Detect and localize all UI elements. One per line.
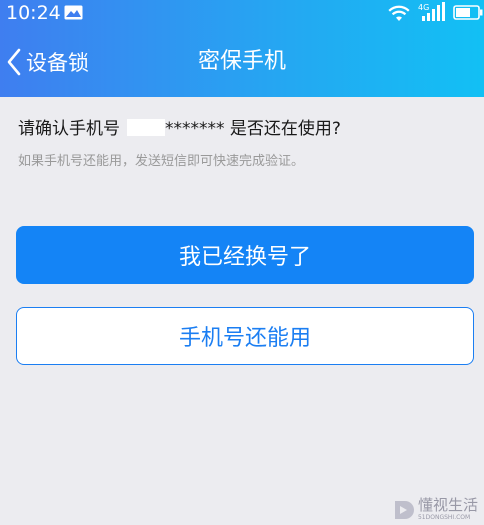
changed-number-button[interactable]: 我已经换号了 bbox=[16, 226, 474, 284]
main-content: 请确认手机号 ******* 是否还在使用? 如果手机号还能用，发送短信即可快速完… bbox=[0, 97, 484, 525]
network-type-label: 4G bbox=[418, 3, 429, 12]
wifi-icon bbox=[388, 5, 410, 21]
watermark: 懂视生活 51DONGSHI.COM bbox=[393, 498, 478, 521]
confirm-suffix: 是否还在使用? bbox=[229, 119, 341, 139]
status-bar: 10:24 4G bbox=[0, 0, 484, 26]
still-usable-button[interactable]: 手机号还能用 bbox=[16, 307, 474, 365]
status-time: 10:24 bbox=[6, 2, 61, 24]
phone-redaction bbox=[127, 119, 165, 136]
confirm-prefix: 请确认手机号 bbox=[18, 119, 120, 139]
signal-icon: 4G bbox=[418, 2, 445, 21]
nav-bar: 设备锁 密保手机 bbox=[0, 26, 484, 97]
app-header: 10:24 4G 设备锁 密保手机 bbox=[0, 0, 484, 97]
confirm-phone-text: 请确认手机号 ******* 是否还在使用? bbox=[18, 117, 341, 141]
hint-text: 如果手机号还能用，发送短信即可快速完成验证。 bbox=[18, 154, 305, 169]
watermark-text: 懂视生活 51DONGSHI.COM bbox=[418, 498, 478, 521]
notification-icon bbox=[64, 5, 83, 20]
watermark-logo-icon bbox=[394, 500, 414, 519]
phone-number-masked: ******* bbox=[165, 119, 225, 139]
watermark-name: 懂视生活 bbox=[417, 496, 478, 514]
battery-icon bbox=[453, 5, 483, 20]
page-title: 密保手机 bbox=[197, 49, 286, 74]
watermark-url: 51DONGSHI.COM bbox=[417, 514, 471, 521]
